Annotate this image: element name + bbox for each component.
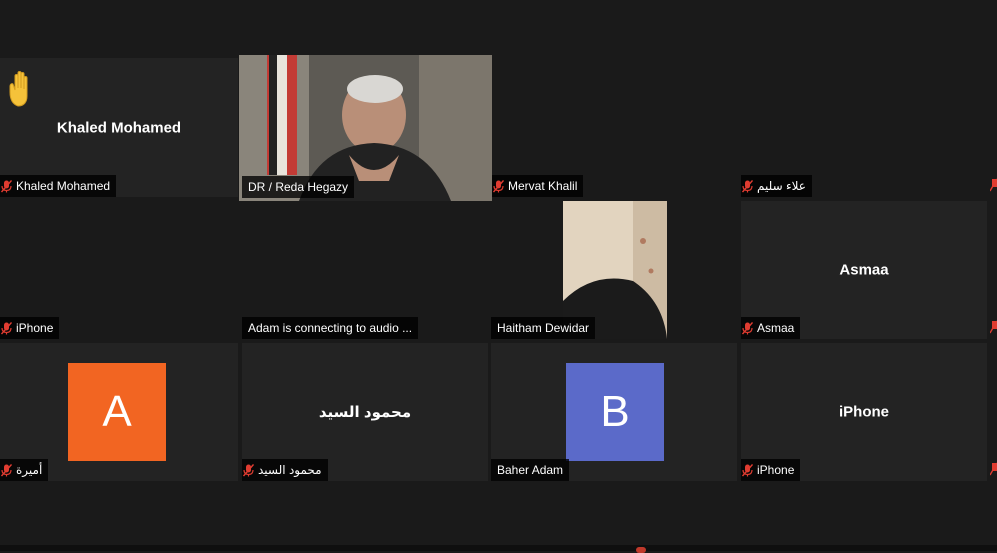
participant-name-label: iPhone: [741, 459, 801, 481]
mic-muted-icon: [1, 321, 12, 335]
participant-tile-adam[interactable]: Adam is connecting to audio ...: [242, 201, 488, 339]
participant-name-label: Adam is connecting to audio ...: [242, 317, 419, 339]
participant-display-name: محمود السيد: [318, 404, 412, 421]
avatar: B: [566, 363, 664, 461]
notification-dot: [636, 547, 646, 553]
participant-tile-mervat-khalil[interactable]: Mervat Khalil: [492, 58, 738, 197]
participant-display-name: iPhone: [838, 403, 889, 421]
mic-muted-icon: [742, 321, 753, 335]
participant-display-name: Khaled Mohamed: [56, 119, 182, 137]
participant-name-label: iPhone: [0, 317, 60, 339]
raised-hand-icon: [9, 71, 28, 107]
muted-icon-edge: [989, 462, 997, 476]
participant-name-label: Mervat Khalil: [492, 175, 584, 197]
muted-icon-edge: [989, 178, 997, 192]
participant-name-label: Haitham Dewidar: [491, 317, 596, 339]
participant-tile-baher-adam[interactable]: B Baher Adam: [491, 343, 737, 481]
participant-tile-alaa-selim[interactable]: علاء سليم: [741, 58, 987, 197]
avatar: A: [68, 363, 166, 461]
participant-name-label: محمود السيد: [242, 459, 328, 481]
participant-name-label: أميرة: [0, 459, 49, 481]
participant-name-label: علاء سليم: [741, 175, 812, 197]
participant-display-name: Asmaa: [839, 261, 889, 279]
mic-muted-icon: [1, 179, 12, 193]
participant-name-label: Khaled Mohamed: [0, 175, 117, 197]
mic-muted-icon: [1, 463, 12, 477]
participant-tile-mahmoud-elsayed[interactable]: محمود السيد محمود السيد: [242, 343, 488, 481]
participant-tile-khaled-mohamed[interactable]: Khaled Mohamed Khaled Mohamed: [0, 58, 238, 197]
participant-tile-amira[interactable]: A أميرة: [0, 343, 238, 481]
mic-muted-icon: [742, 179, 753, 193]
mic-muted-icon: [493, 179, 504, 193]
participant-tile-haitham-dewidar[interactable]: Haitham Dewidar: [491, 201, 737, 339]
participant-tile-asmaa[interactable]: Asmaa Asmaa: [741, 201, 987, 339]
participant-name-label: Baher Adam: [491, 459, 570, 481]
participant-tile-reda-hegazy[interactable]: DR / Reda Hegazy: [239, 55, 492, 201]
mic-muted-icon: [742, 463, 753, 477]
participant-name-label: DR / Reda Hegazy: [242, 176, 355, 198]
participant-tile-iphone-1[interactable]: iPhone: [0, 201, 238, 339]
participant-name-label: Asmaa: [741, 317, 801, 339]
mic-muted-icon: [243, 463, 254, 477]
muted-icon-edge: [989, 320, 997, 334]
participant-tile-iphone-2[interactable]: iPhone iPhone: [741, 343, 987, 481]
toolbar-edge: [0, 545, 997, 551]
